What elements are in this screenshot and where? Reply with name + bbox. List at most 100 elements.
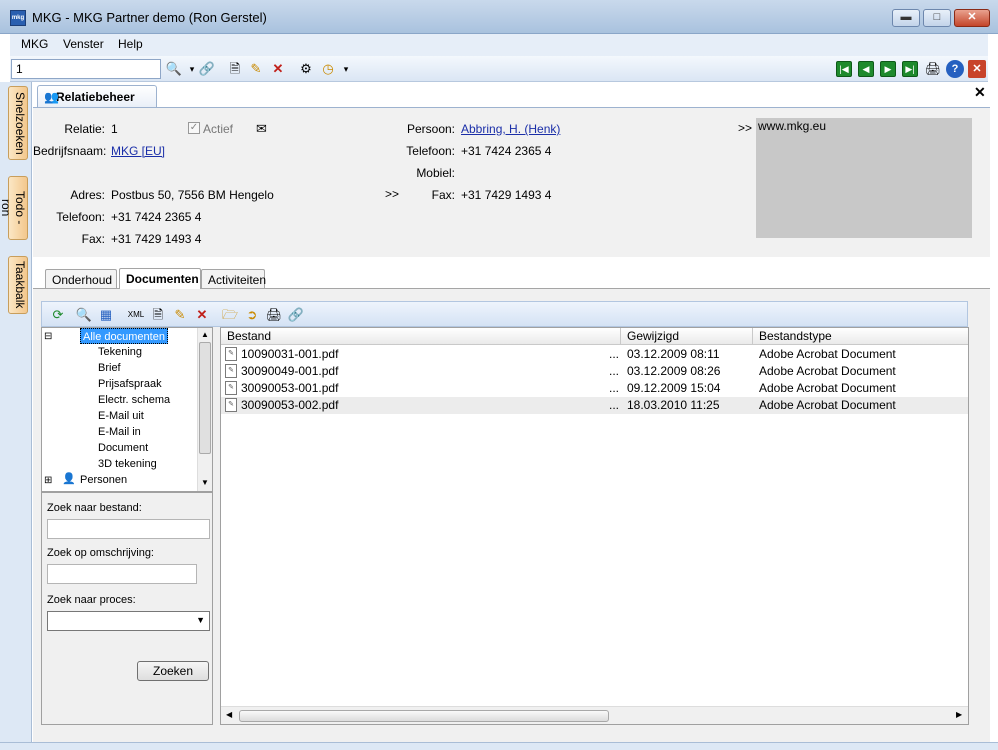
side-tab-snelzoeken[interactable]: Snelzoeken bbox=[8, 86, 28, 160]
tree-node[interactable]: Prijsafspraak bbox=[98, 376, 162, 392]
ellipsis-button[interactable]: ... bbox=[609, 381, 619, 395]
minimize-button[interactable]: ▬ bbox=[892, 9, 920, 27]
mail-icon[interactable]: ✉ bbox=[256, 121, 267, 137]
clock-dropdown-icon[interactable]: ▾ bbox=[337, 60, 355, 78]
tree-node[interactable]: E-Mail uit bbox=[98, 408, 144, 424]
refresh-icon[interactable]: ⟳ bbox=[49, 306, 67, 324]
search-icon[interactable]: 🔍 bbox=[165, 60, 183, 78]
edit-pencil-icon[interactable]: ✎ bbox=[171, 306, 189, 324]
column-header-bestand[interactable]: Bestand bbox=[221, 328, 621, 345]
search-icon[interactable]: 🔍 bbox=[75, 306, 93, 324]
ellipsis-button[interactable]: ... bbox=[609, 398, 619, 412]
menu-mkg[interactable]: MKG bbox=[21, 37, 48, 51]
menu-venster[interactable]: Venster bbox=[63, 37, 104, 51]
tree-node[interactable]: Brief bbox=[98, 360, 121, 376]
tab-relatiebeheer[interactable]: 👥 Relatiebeheer bbox=[37, 85, 157, 107]
bedrijfsnaam-link[interactable]: MKG [EU] bbox=[111, 144, 165, 158]
first-record-icon[interactable]: |◀ bbox=[836, 61, 852, 77]
collapse-icon[interactable]: ⊟ bbox=[44, 331, 52, 342]
tree-node[interactable]: E-Mail in bbox=[98, 424, 141, 440]
ellipsis-button[interactable]: ... bbox=[609, 347, 619, 361]
delete-icon[interactable]: ✕ bbox=[269, 60, 287, 78]
print-icon[interactable]: 🖨 bbox=[265, 306, 283, 324]
edit-pencil-icon[interactable]: ✎ bbox=[247, 60, 265, 78]
close-panel-icon[interactable]: ✕ bbox=[974, 84, 986, 101]
folder-move-icon[interactable]: ➲ bbox=[243, 306, 261, 324]
relation-info-panel: Relatie: 1 ✓ Actief ✉ Bedrijfsnaam: MKG … bbox=[33, 107, 990, 257]
documents-toolbar: ⟳ 🔍 ▦ XML 🗎 ✎ ✕ 🗁 ➲ 🖨 🔗 bbox=[41, 301, 968, 327]
print-icon[interactable]: 🖨 bbox=[924, 60, 942, 78]
close-button[interactable]: ✕ bbox=[954, 9, 990, 27]
last-record-icon[interactable]: ▶| bbox=[902, 61, 918, 77]
delete-icon[interactable]: ✕ bbox=[193, 306, 211, 324]
scroll-down-icon[interactable]: ▼ bbox=[201, 478, 209, 487]
grid-icon[interactable]: ▦ bbox=[97, 306, 115, 324]
side-tab-todo[interactable]: Todo - ron bbox=[0, 176, 28, 240]
pdf-file-icon: ✎ bbox=[225, 398, 237, 412]
settings-icon[interactable]: ⚙ bbox=[297, 60, 315, 78]
persoon-link[interactable]: Abbring, H. (Henk) bbox=[461, 122, 560, 136]
telefoon-label: Telefoon: bbox=[56, 210, 105, 224]
chevron-down-icon: ▼ bbox=[196, 615, 205, 625]
fax-value: +31 7429 1493 4 bbox=[111, 232, 202, 246]
expand-icon[interactable]: ⊞ bbox=[44, 475, 52, 486]
column-header-gewijzigd[interactable]: Gewijzigd bbox=[621, 328, 753, 345]
link-icon[interactable]: 🔗 bbox=[287, 306, 305, 324]
maximize-button[interactable]: □ bbox=[923, 9, 951, 27]
tree-node-personen[interactable]: Personen bbox=[80, 472, 127, 488]
table-row[interactable]: ✎ 30090053-001.pdf ... 09.12.2009 15:04 … bbox=[221, 380, 968, 397]
menu-help[interactable]: Help bbox=[118, 37, 143, 51]
horizontal-scrollbar[interactable]: ◀ ▶ bbox=[221, 706, 968, 724]
table-row[interactable]: ✎ 30090053-002.pdf ... 18.03.2010 11:25 … bbox=[221, 397, 968, 414]
tab-onderhoud[interactable]: Onderhoud bbox=[45, 269, 117, 289]
persoon-fax-label: Fax: bbox=[431, 188, 455, 202]
scroll-right-icon[interactable]: ▶ bbox=[956, 710, 962, 719]
scroll-up-icon[interactable]: ▲ bbox=[201, 330, 209, 339]
tree-node[interactable]: Tekening bbox=[98, 344, 142, 360]
zoek-bestand-input[interactable] bbox=[47, 519, 210, 539]
clock-icon[interactable]: ◷ bbox=[319, 60, 337, 78]
tree-scrollbar[interactable]: ▲ ▼ bbox=[197, 328, 212, 491]
next-record-icon[interactable]: ▶ bbox=[880, 61, 896, 77]
tree-node[interactable]: Document bbox=[98, 440, 148, 456]
tree-node-alle-documenten[interactable]: Alle documenten bbox=[80, 328, 168, 344]
window-title: MKG - MKG Partner demo (Ron Gerstel) bbox=[32, 10, 267, 25]
table-row[interactable]: ✎ 30090049-001.pdf ... 03.12.2009 08:26 … bbox=[221, 363, 968, 380]
add-document-icon[interactable]: 🗎 bbox=[149, 306, 167, 324]
documents-area: ⟳ 🔍 ▦ XML 🗎 ✎ ✕ 🗁 ➲ 🖨 🔗 ⊟ Alle documente… bbox=[33, 288, 990, 742]
file-type: Adobe Acrobat Document bbox=[759, 381, 896, 395]
tree-scroll-thumb[interactable] bbox=[199, 342, 211, 454]
scroll-left-icon[interactable]: ◀ bbox=[226, 710, 232, 719]
previous-record-icon[interactable]: ◀ bbox=[858, 61, 874, 77]
zoek-proces-label: Zoek naar proces: bbox=[47, 594, 136, 606]
zoek-omschrijving-input[interactable] bbox=[47, 564, 197, 584]
actief-checkbox[interactable]: ✓ bbox=[188, 122, 200, 134]
tab-activiteiten[interactable]: Activiteiten bbox=[201, 269, 266, 289]
pdf-file-icon: ✎ bbox=[225, 347, 237, 361]
help-icon[interactable]: ? bbox=[946, 60, 964, 78]
horizontal-scroll-thumb[interactable] bbox=[239, 710, 609, 722]
side-tab-bar: Snelzoeken Todo - ron Taakbalk bbox=[0, 82, 32, 742]
website-url[interactable]: www.mkg.eu bbox=[758, 119, 826, 133]
zoek-proces-select[interactable]: ▼ bbox=[47, 611, 210, 631]
quick-search-input[interactable] bbox=[11, 59, 161, 79]
tree-node[interactable]: Electr. schema bbox=[98, 392, 170, 408]
link-icon[interactable]: 🔗 bbox=[198, 60, 216, 78]
pdf-file-icon: ✎ bbox=[225, 381, 237, 395]
table-row[interactable]: ✎ 10090031-001.pdf ... 03.12.2009 08:11 … bbox=[221, 346, 968, 363]
tree-node[interactable]: 3D tekening bbox=[98, 456, 157, 472]
main-toolbar: 🔍 ▾ 🔗 🗎 ✎ ✕ ⚙ ◷ ▾ |◀ ◀ ▶ ▶| 🖨 ? ✕ bbox=[10, 56, 988, 82]
open-folder-icon[interactable]: 🗁 bbox=[221, 306, 239, 324]
ellipsis-button[interactable]: ... bbox=[609, 364, 619, 378]
website-expand-arrow[interactable]: >> bbox=[738, 121, 752, 135]
column-header-bestandstype[interactable]: Bestandstype bbox=[753, 328, 968, 345]
file-name: 30090053-002.pdf bbox=[241, 398, 339, 412]
zoeken-button[interactable]: Zoeken bbox=[137, 661, 209, 681]
close-record-icon[interactable]: ✕ bbox=[968, 60, 986, 78]
main-content: 👥 Relatiebeheer ✕ Relatie: 1 ✓ Actief ✉ … bbox=[33, 82, 990, 742]
file-name: 10090031-001.pdf bbox=[241, 347, 339, 361]
tab-documenten[interactable]: Documenten bbox=[119, 268, 201, 289]
side-tab-taakbalk[interactable]: Taakbalk bbox=[8, 256, 28, 314]
xml-icon[interactable]: XML bbox=[127, 306, 145, 324]
new-document-icon[interactable]: 🗎 bbox=[226, 60, 244, 78]
